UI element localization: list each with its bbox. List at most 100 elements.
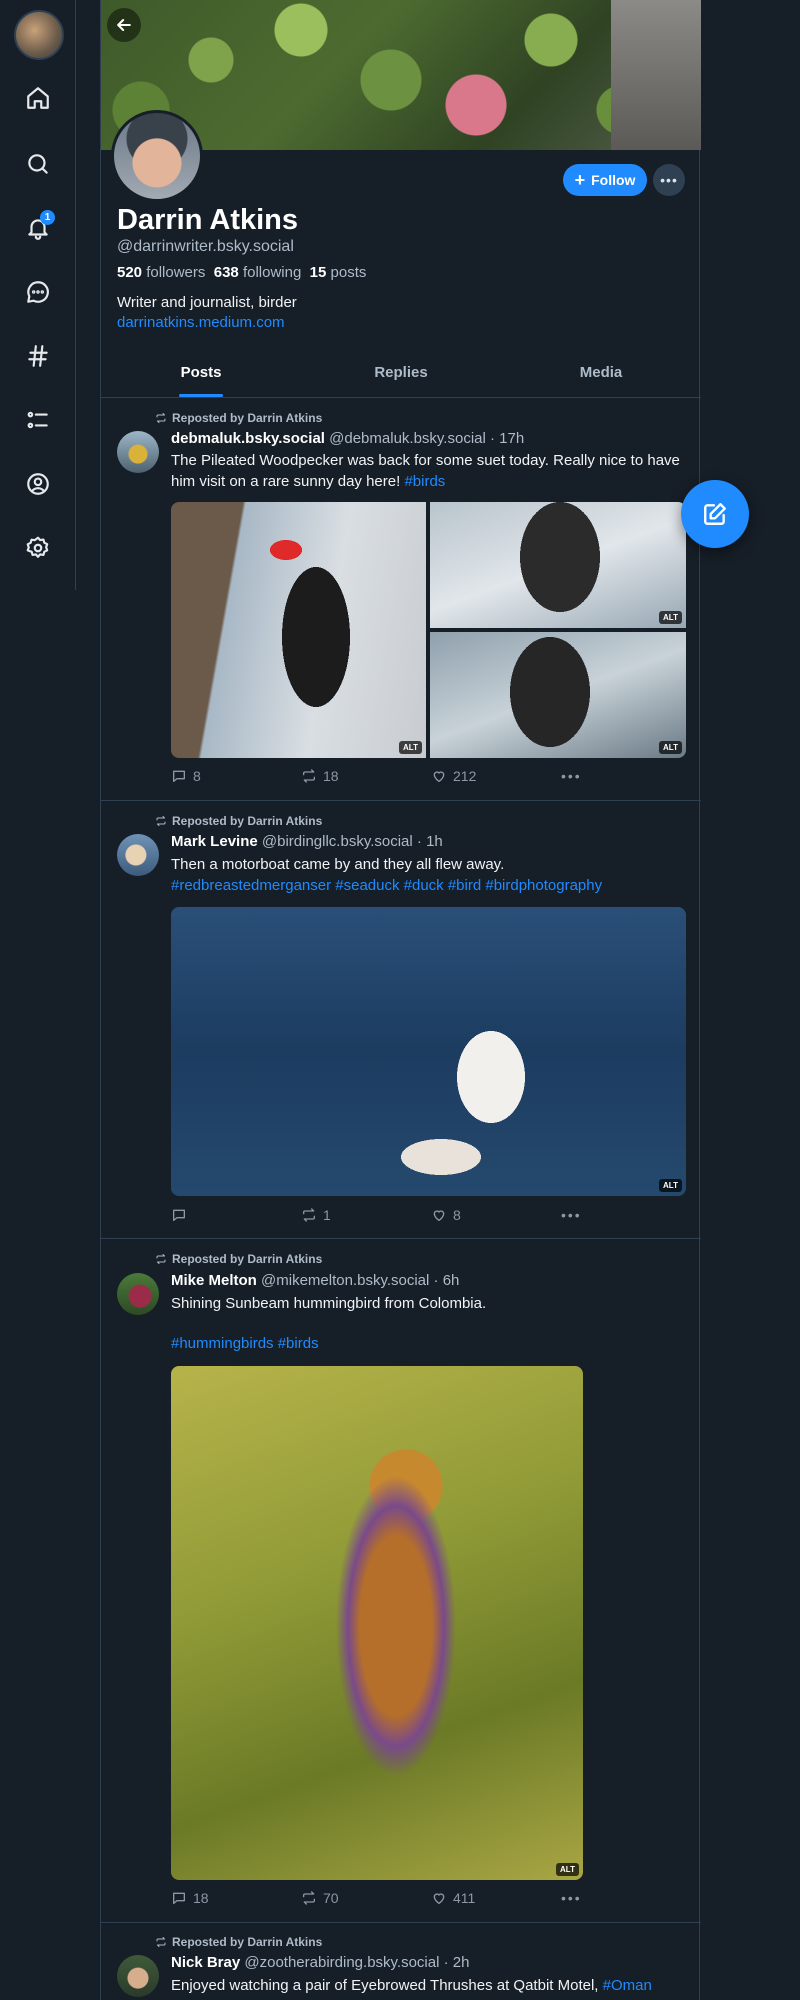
hashtag-feeds-icon[interactable] [20,338,56,374]
following-link[interactable]: 638 following [214,264,302,281]
notifications-bell-icon[interactable]: 1 [20,210,56,246]
followers-link[interactable]: 520 followers [117,264,205,281]
author-handle[interactable]: @debmaluk.bsky.social [329,430,486,447]
reply-icon [173,770,185,782]
profile-icon[interactable] [20,466,56,502]
profile-bio: Writer and journalist, birder [117,294,297,311]
feed-post[interactable]: Reposted by Darrin Atkins Mike Melton @m… [101,1239,701,1923]
author-name[interactable]: Nick Bray [171,1954,240,1971]
post-hashtags[interactable]: #redbreastedmerganser #seaduck #duck #bi… [171,877,602,894]
feed-post[interactable]: Reposted by Darrin Atkins debmaluk.bsky.… [101,399,701,801]
author-handle[interactable]: @zootherabirding.bsky.social [244,1954,439,1971]
repost-icon [303,769,315,783]
chat-icon[interactable] [20,274,56,310]
like-button[interactable]: 212 [431,768,476,784]
repost-indicator: Reposted by Darrin Atkins [155,411,322,425]
repost-small-icon [156,816,166,826]
merganser-photo[interactable]: ALT [171,907,686,1196]
post-text: Then a motorboat came by and they all fl… [171,856,603,894]
banner-pavement-area [611,0,701,150]
hummingbird-photo[interactable]: ALT [171,1366,583,1880]
woodpecker-photo-1[interactable]: ALT [171,502,426,758]
posts-count: 15 posts [309,264,367,281]
tab-replies[interactable]: Replies [301,356,501,397]
settings-gear-icon[interactable] [20,530,56,566]
post-hashtags-line: #hummingbirds #birds [171,1333,691,1354]
tab-posts[interactable]: Posts [101,356,301,397]
post-more-icon[interactable]: ••• [561,1207,582,1223]
heart-icon [433,771,445,782]
author-name[interactable]: Mike Melton [171,1272,257,1289]
post-actions: 8 18 212 ••• [171,768,691,788]
post-more-icon[interactable]: ••• [561,768,582,784]
repost-button[interactable]: 18 [301,768,339,784]
repost-indicator: Reposted by Darrin Atkins [155,1252,322,1266]
post-hashtags[interactable]: #hummingbirds #birds [171,1335,319,1352]
my-avatar[interactable] [14,10,64,60]
post-author-avatar[interactable] [117,1273,159,1315]
plus-icon: + [574,170,586,190]
reply-icon [173,1209,185,1221]
post-header: Mike Melton @mikemelton.bsky.social · 6h [171,1272,459,1289]
alt-text-badge[interactable]: ALT [556,1863,579,1876]
alt-text-badge[interactable]: ALT [659,741,682,754]
more-options-icon[interactable]: ••• [653,164,685,196]
author-handle[interactable]: @birdingllc.bsky.social [262,833,413,850]
post-header: Mark Levine @birdingllc.bsky.social · 1h [171,833,443,850]
post-author-avatar[interactable] [117,431,159,473]
repost-small-icon [156,413,166,423]
post-more-icon[interactable]: ••• [561,1890,582,1906]
left-nav-rail: 1 [0,0,76,590]
home-icon[interactable] [20,80,56,116]
like-button[interactable]: 411 [431,1890,475,1906]
profile-stats: 520 followers 638 following 15 posts [117,264,366,281]
reply-button[interactable]: 18 [171,1890,209,1906]
repost-icon [303,1208,315,1222]
alt-text-badge[interactable]: ALT [659,611,682,624]
back-arrow-icon[interactable] [107,8,141,42]
like-button[interactable]: 8 [431,1207,461,1223]
compose-pencil-icon [704,503,726,525]
compose-post-button[interactable] [681,480,749,548]
author-name[interactable]: debmaluk.bsky.social [171,430,325,447]
repost-indicator: Reposted by Darrin Atkins [155,814,322,828]
post-header: debmaluk.bsky.social @debmaluk.bsky.soci… [171,430,524,447]
author-name[interactable]: Mark Levine [171,833,258,850]
post-time: · 17h [490,430,525,447]
profile-tabs: Posts Replies Media [101,356,701,398]
alt-text-badge[interactable]: ALT [399,741,422,754]
post-author-avatar[interactable] [117,834,159,876]
post-actions: 18 70 411 ••• [171,1890,691,1910]
follow-button[interactable]: + Follow [563,164,647,196]
repost-small-icon [156,1937,166,1947]
author-handle[interactable]: @mikemelton.bsky.social [261,1272,429,1289]
lists-icon[interactable] [20,402,56,438]
post-text: The Pileated Woodpecker was back for som… [171,452,680,490]
post-author-avatar[interactable] [117,1955,159,1997]
post-hashtags[interactable]: #birds [404,473,445,490]
reply-button[interactable] [171,1207,193,1223]
repost-indicator: Reposted by Darrin Atkins [155,1935,322,1949]
post-text: Shining Sunbeam hummingbird from Colombi… [171,1295,487,1312]
post-time: · 1h [416,833,443,850]
woodpecker-photo-3[interactable]: ALT [430,632,686,758]
post-image-gallery: ALT ALT ALT [171,502,686,758]
repost-button[interactable]: 1 [301,1207,331,1223]
feed-post[interactable]: Reposted by Darrin Atkins Mark Levine @b… [101,801,701,1239]
post-time: · 6h [433,1272,460,1289]
woodpecker-photo-2[interactable]: ALT [430,502,686,628]
reply-button[interactable]: 8 [171,768,201,784]
profile-avatar[interactable] [111,110,203,202]
feed-post[interactable]: Reposted by Darrin Atkins Nick Bray @zoo… [101,1923,701,2000]
repost-small-icon [156,1254,166,1264]
repost-button[interactable]: 70 [301,1890,339,1906]
search-icon[interactable] [20,146,56,182]
alt-text-badge[interactable]: ALT [659,1179,682,1192]
repost-icon [303,1891,315,1905]
reply-icon [173,1892,185,1904]
profile-website-link[interactable]: darrinatkins.medium.com [117,314,285,331]
post-actions: 1 8 ••• [171,1207,691,1227]
post-hashtags[interactable]: #Oman [603,1977,652,1994]
tab-media[interactable]: Media [501,356,701,397]
profile-main-column: + Follow ••• Darrin Atkins @darrinwriter… [100,0,701,2000]
